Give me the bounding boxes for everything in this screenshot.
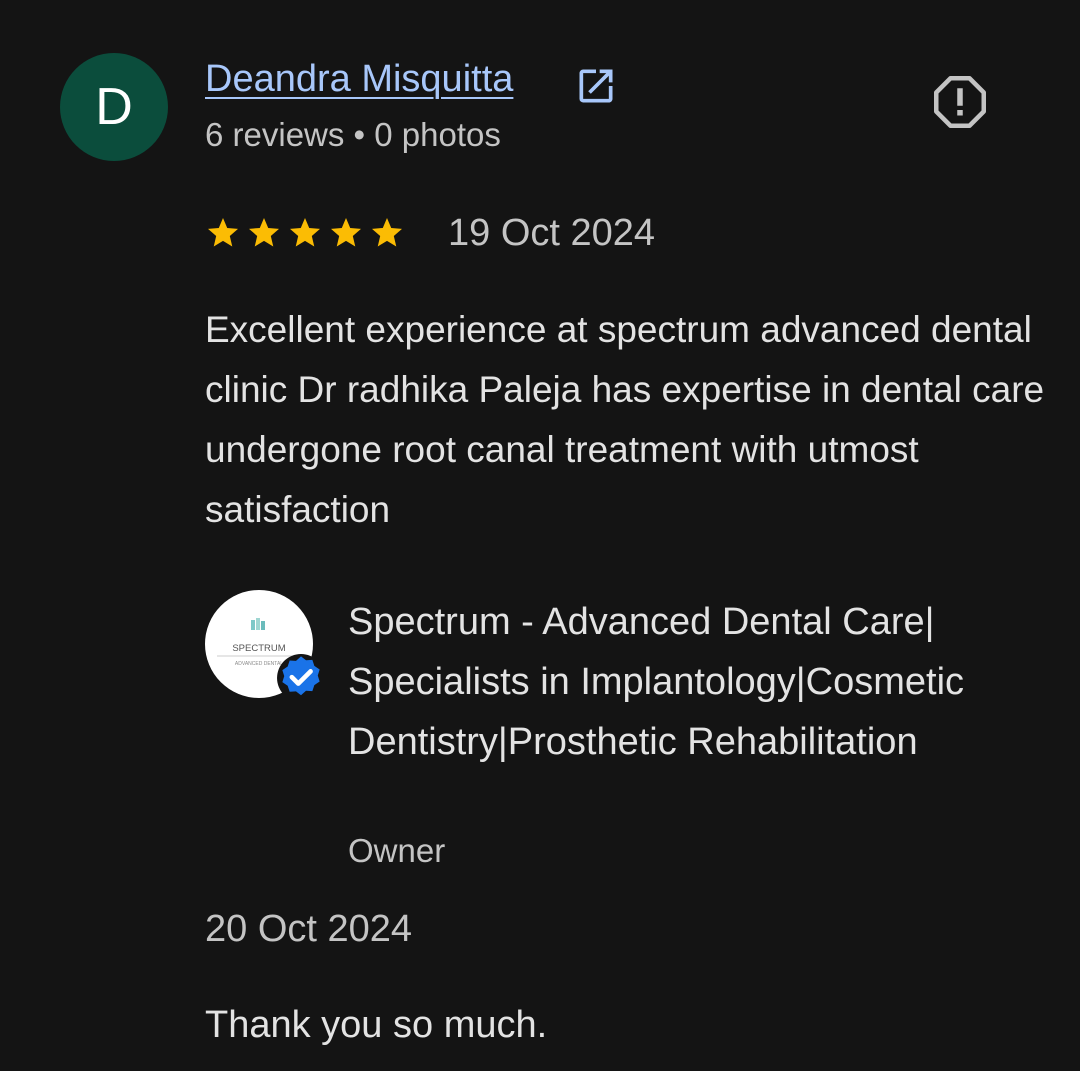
response-text: Thank you so much. [205,1004,548,1046]
star-icon [208,218,238,247]
star-icon [249,218,279,247]
report-icon[interactable] [930,72,990,132]
reviewer-initial: D [95,78,133,136]
owner-business-name: Spectrum - Advanced Dental Care| Special… [348,601,965,763]
owner-role-label: Owner [348,832,446,869]
verified-icon [277,654,325,702]
open-in-new-icon[interactable] [574,64,618,108]
star-icon [331,218,361,247]
response-date: 20 Oct 2024 [205,908,413,950]
review-date: 19 Oct 2024 [448,212,656,254]
reviewer-avatar[interactable]: D [60,53,168,161]
reviewer-stats: 6 reviews • 0 photos [205,116,501,153]
reviewer-name-link[interactable]: Deandra Misquitta [205,58,513,101]
star-rating [205,215,405,251]
review-text: Excellent experience at spectrum advance… [205,309,1045,530]
star-icon [372,218,402,247]
star-icon [290,218,320,247]
